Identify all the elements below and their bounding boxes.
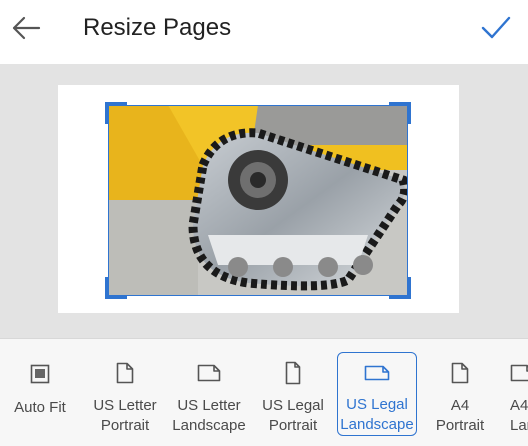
page-preview [58,85,459,313]
page-landscape-icon [197,360,221,386]
option-a4-landscape[interactable]: A4 Lan [488,352,528,436]
option-label: Auto Fit [14,399,66,416]
preview-canvas [0,64,528,338]
option-label: US Legal Landscape [340,396,414,433]
option-label: US Letter Landscape [172,397,246,434]
option-label: US Letter Portrait [93,397,157,434]
option-us-letter-landscape[interactable]: US Letter Landscape [169,352,249,436]
option-us-legal-landscape[interactable]: US Legal Landscape [337,352,417,436]
option-label: A4 Portrait [435,397,485,434]
back-button[interactable] [6,8,46,48]
page-title: Resize Pages [83,14,232,41]
option-us-legal-portrait[interactable]: US Legal Portrait [253,352,333,436]
page-portrait-icon [451,360,469,386]
confirm-button[interactable] [476,8,516,48]
page-photo [108,105,408,296]
page-portrait-icon [285,360,301,386]
page-portrait-icon [116,360,134,386]
checkmark-icon [481,16,511,39]
page-landscape-icon [364,361,390,385]
arrow-left-icon [12,16,41,40]
app-header: Resize Pages [0,0,528,64]
option-us-letter-portrait[interactable]: US Letter Portrait [85,352,165,436]
page-size-toolbar: Auto Fit US Letter Portrait US Letter La… [0,338,528,446]
option-label: A4 Lan [510,397,528,434]
image-icon [30,360,50,388]
page-landscape-icon [510,360,528,386]
option-auto-fit[interactable]: Auto Fit [0,352,80,436]
option-label: US Legal Portrait [262,397,324,434]
